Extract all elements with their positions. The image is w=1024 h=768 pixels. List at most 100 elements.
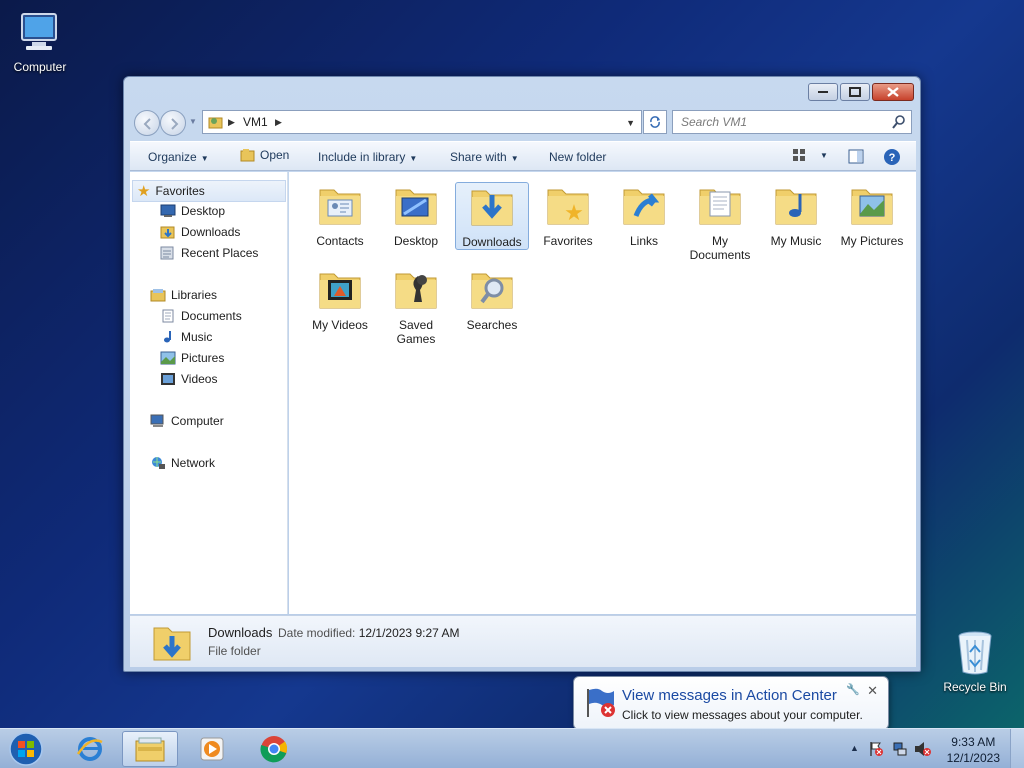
change-view-button[interactable]: ▼ (792, 148, 828, 162)
command-bar: Organize ▼ Open Include in library ▼ Share… (130, 141, 916, 171)
explorer-window: ▼ ▶ VM1 ▶ ▼ Search VM1 Organize ▼ Open I… (123, 76, 921, 672)
folder-label-line1: My Videos (312, 318, 368, 332)
nav-network[interactable]: Network (150, 456, 215, 470)
nav-computer-label: Computer (171, 414, 224, 428)
help-icon[interactable]: ? (883, 148, 901, 166)
network-tray-icon[interactable] (892, 741, 908, 757)
taskbar-windows-explorer[interactable] (122, 731, 178, 767)
folder-pictures[interactable]: My Pictures (835, 182, 909, 250)
open-button[interactable]: Open (240, 148, 289, 162)
clock-date: 12/1/2023 (946, 751, 1000, 765)
organize-button[interactable]: Organize ▼ (148, 150, 209, 164)
windows-explorer-icon (135, 737, 165, 762)
minimize-icon (818, 91, 828, 93)
nav-music[interactable]: Music (160, 330, 212, 344)
taskbar: ▲ 9:33 AM 12/1/2023 (0, 728, 1024, 768)
recent-places-icon (160, 246, 174, 260)
folder-searches[interactable]: Searches (455, 266, 529, 334)
folder-links[interactable]: Links (607, 182, 681, 250)
documents-folder-icon (699, 189, 741, 225)
forward-button[interactable] (160, 110, 186, 136)
desktop-recycle-bin-icon[interactable]: Recycle Bin (935, 630, 1015, 694)
nav-documents-label: Documents (181, 309, 242, 323)
refresh-icon (650, 116, 660, 128)
volume-muted-icon[interactable] (914, 741, 932, 757)
new-folder-button[interactable]: New folder (549, 150, 606, 164)
details-modified-value: 12/1/2023 9:27 AM (358, 626, 460, 640)
title-bar[interactable] (124, 77, 920, 105)
refresh-button[interactable] (643, 110, 667, 134)
maximize-button[interactable] (840, 83, 870, 101)
address-dropdown-icon[interactable]: ▼ (626, 118, 635, 128)
system-tray: ▲ 9:33 AM 12/1/2023 (844, 729, 1024, 768)
search-placeholder: Search VM1 (681, 115, 748, 129)
address-row: ▼ ▶ VM1 ▶ ▼ Search VM1 (132, 108, 912, 136)
preview-pane-icon[interactable] (848, 149, 864, 165)
folder-label-line1: Downloads (462, 235, 522, 249)
search-input[interactable]: Search VM1 (672, 110, 912, 134)
file-list: Contacts Desktop Downloads ★ Favorites Links M… (289, 172, 916, 614)
music-icon (164, 331, 171, 343)
show-desktop-button[interactable] (1010, 729, 1024, 768)
options-icon[interactable]: 🔧 (846, 683, 860, 696)
minimize-button[interactable] (808, 83, 838, 101)
nav-videos[interactable]: Videos (160, 372, 217, 386)
balloon-title[interactable]: View messages in Action Center (622, 687, 837, 704)
recycle-bin-icon (958, 631, 992, 675)
folder-documents[interactable]: My Documents (683, 182, 757, 262)
folder-downloads[interactable]: Downloads (455, 182, 529, 250)
taskbar-internet-explorer[interactable] (62, 731, 118, 767)
breadcrumb-chevron-icon[interactable]: ▶ (275, 117, 282, 128)
nav-recent-places[interactable]: Recent Places (160, 246, 258, 260)
start-button[interactable] (6, 731, 46, 767)
nav-desktop[interactable]: Desktop (160, 204, 225, 218)
organize-label: Organize (148, 150, 197, 164)
action-center-tray-icon[interactable] (868, 741, 884, 757)
pictures-folder-icon (851, 189, 893, 225)
desktop-folder-icon (395, 189, 437, 225)
folder-favorites[interactable]: ★ Favorites (531, 182, 605, 250)
breadcrumb-vm1[interactable]: VM1 (243, 115, 268, 129)
address-bar[interactable]: ▶ VM1 ▶ ▼ (202, 110, 642, 134)
clock[interactable]: 9:33 AM 12/1/2023 (947, 734, 1000, 766)
desktop-computer-icon[interactable]: Computer (0, 8, 80, 74)
folder-label-line1: Desktop (393, 234, 439, 248)
balloon-close-button[interactable]: ✕ (867, 683, 878, 699)
nav-documents[interactable]: Documents (160, 309, 242, 323)
star-icon: ★ (137, 183, 151, 200)
dropdown-arrow-icon: ▼ (200, 154, 209, 163)
folder-label-line1: Contacts (316, 234, 364, 248)
nav-downloads[interactable]: Downloads (160, 225, 240, 239)
folder-music[interactable]: My Music (759, 182, 833, 250)
nav-pictures[interactable]: Pictures (160, 351, 224, 365)
folder-contacts[interactable]: Contacts (303, 182, 377, 250)
details-pane: Downloads Date modified: 12/1/2023 9:27 … (130, 615, 916, 667)
videos-icon (161, 373, 175, 385)
nav-pictures-label: Pictures (181, 351, 225, 365)
folder-desktop[interactable]: Desktop (379, 182, 453, 250)
details-name: Downloads (208, 625, 273, 640)
taskbar-chrome[interactable] (246, 731, 302, 767)
folder-games[interactable]: Saved Games (379, 266, 453, 346)
recent-pages-icon[interactable]: ▼ (189, 117, 197, 126)
desktop-computer-label: Computer (13, 60, 67, 74)
nav-computer[interactable]: Computer (150, 414, 224, 428)
back-button[interactable] (134, 110, 160, 136)
folder-label-line2: Documents (689, 248, 751, 262)
downloads-icon (160, 226, 175, 239)
breadcrumb-separator-icon: ▶ (228, 117, 235, 127)
include-in-library-button[interactable]: Include in library ▼ (318, 150, 417, 164)
close-button[interactable] (872, 83, 914, 101)
nav-favorites[interactable]: ★ Favorites (132, 180, 286, 202)
share-with-button[interactable]: Share with ▼ (450, 150, 519, 164)
show-hidden-icons-icon[interactable]: ▲ (850, 743, 859, 753)
details-modified-label: Date modified: (278, 626, 356, 640)
action-center-notification[interactable]: View messages in Action Center Click to … (573, 676, 889, 739)
nav-libraries[interactable]: Libraries (150, 288, 217, 302)
open-label: Open (260, 148, 290, 162)
navigation-pane: ★ Favorites Desktop Downloads Recent Pla… (130, 172, 288, 614)
nav-network-label: Network (171, 456, 216, 470)
nav-downloads-label: Downloads (181, 225, 241, 239)
taskbar-media-player[interactable] (184, 731, 240, 767)
folder-videos[interactable]: My Videos (303, 266, 377, 334)
